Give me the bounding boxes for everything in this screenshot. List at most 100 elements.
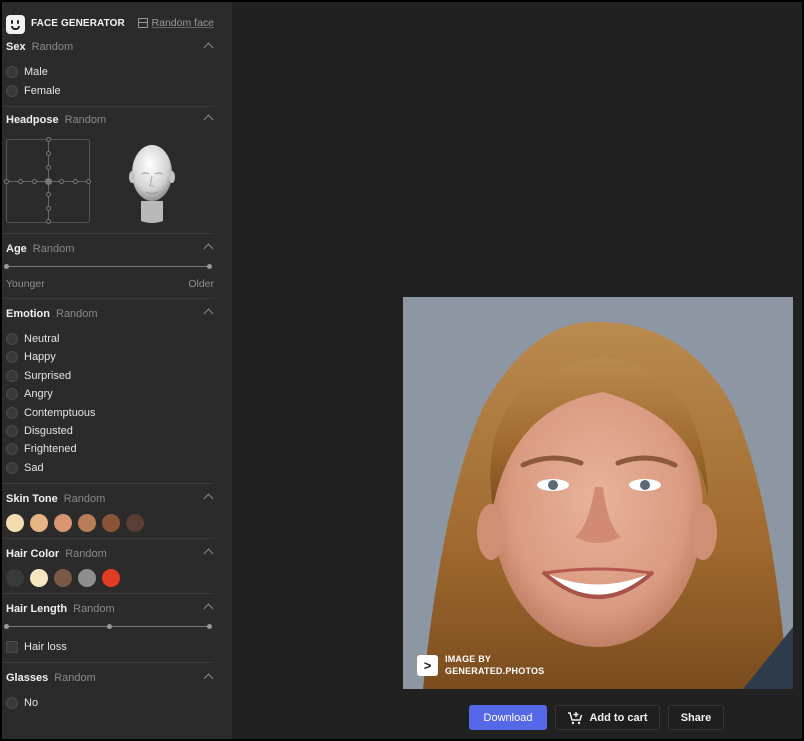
headpose-control bbox=[2, 131, 214, 224]
skin-tone-swatches bbox=[2, 510, 214, 538]
skin-tone-swatch-1[interactable] bbox=[30, 513, 48, 532]
chevron-up-icon[interactable] bbox=[203, 243, 214, 254]
section-title: Sex bbox=[6, 41, 26, 53]
chevron-up-icon[interactable] bbox=[203, 42, 214, 52]
radio-emotion[interactable]: Contemptuous bbox=[2, 403, 214, 421]
section-emotion-header[interactable]: Emotion Random bbox=[2, 303, 214, 325]
radio-emotion[interactable]: Frightened bbox=[2, 440, 214, 458]
radio-emotion[interactable]: Happy bbox=[2, 348, 214, 366]
hair-color-swatches bbox=[2, 565, 214, 593]
section-random-label: Random bbox=[64, 113, 107, 126]
radio-circle[interactable] bbox=[6, 388, 18, 401]
cube-icon bbox=[137, 18, 148, 28]
section-age-header[interactable]: Age Random bbox=[2, 238, 214, 260]
section-sex: Sex Random Male Female bbox=[2, 36, 214, 107]
section-hair-color: Hair Color Random bbox=[2, 539, 214, 594]
section-hair-length-header[interactable]: Hair Length Random bbox=[2, 598, 214, 620]
radio-circle[interactable] bbox=[6, 406, 18, 419]
checkbox-label: Hair loss bbox=[24, 641, 67, 654]
radio-label: Sad bbox=[24, 461, 44, 474]
radio-circle[interactable] bbox=[6, 443, 18, 456]
section-random-label: Random bbox=[31, 41, 74, 53]
hair-color-swatch-2[interactable] bbox=[54, 568, 72, 587]
section-random-label: Random bbox=[63, 492, 106, 505]
watermark-line-2: GENERATED.PHOTOS bbox=[445, 666, 545, 676]
slider-handle-min[interactable] bbox=[4, 623, 9, 629]
radio-circle[interactable] bbox=[6, 424, 18, 437]
radio-circle[interactable] bbox=[6, 332, 18, 345]
radio-circle[interactable] bbox=[6, 369, 18, 382]
face-portrait bbox=[403, 297, 793, 689]
radio-emotion[interactable]: Neutral bbox=[2, 330, 214, 348]
skin-tone-swatch-5[interactable] bbox=[126, 513, 144, 532]
slider-handle-mid[interactable] bbox=[107, 623, 112, 629]
chevron-up-icon[interactable] bbox=[203, 308, 214, 319]
chevron-up-icon[interactable] bbox=[203, 548, 214, 559]
section-glasses-header[interactable]: Glasses Random bbox=[2, 667, 214, 689]
brand-title: FACE GENERATOR bbox=[31, 18, 125, 29]
radio-label: Neutral bbox=[24, 332, 60, 345]
sidebar: FACE GENERATOR Random face Sex Random Ma… bbox=[2, 2, 232, 739]
download-button[interactable]: Download bbox=[469, 705, 547, 730]
section-random-label: Random bbox=[54, 672, 96, 685]
radio-emotion[interactable]: Surprised bbox=[2, 367, 214, 385]
add-to-cart-button[interactable]: Add to cart bbox=[555, 705, 660, 730]
radio-emotion[interactable]: Sad bbox=[2, 459, 214, 477]
radio-label: Happy bbox=[24, 351, 56, 364]
skin-tone-swatch-0[interactable] bbox=[6, 513, 24, 532]
section-headpose: Headpose Random bbox=[2, 107, 214, 234]
section-skin-tone-header[interactable]: Skin Tone Random bbox=[2, 488, 214, 510]
cart-plus-icon bbox=[568, 711, 583, 724]
radio-female[interactable]: Female bbox=[2, 81, 214, 99]
hair-loss-checkbox[interactable]: Hair loss bbox=[2, 638, 214, 656]
radio-label: Female bbox=[24, 84, 61, 97]
headpose-pad[interactable] bbox=[4, 136, 91, 224]
hair-length-slider[interactable] bbox=[4, 620, 212, 634]
age-max-label: Older bbox=[188, 277, 214, 290]
radio-circle[interactable] bbox=[6, 66, 18, 79]
slider-handle-min[interactable] bbox=[4, 263, 9, 269]
radio-circle[interactable] bbox=[6, 461, 18, 474]
radio-label: Angry bbox=[24, 388, 53, 401]
app-frame: FACE GENERATOR Random face Sex Random Ma… bbox=[0, 0, 804, 741]
skin-tone-swatch-3[interactable] bbox=[78, 513, 96, 532]
generated-photos-logo-icon: > bbox=[417, 654, 438, 676]
age-slider[interactable] bbox=[4, 260, 212, 274]
slider-handle-max[interactable] bbox=[207, 623, 212, 629]
logo-icon[interactable] bbox=[6, 15, 25, 34]
section-title: Hair Color bbox=[6, 547, 60, 560]
age-slider-labels: Younger Older bbox=[2, 274, 214, 290]
add-to-cart-label: Add to cart bbox=[589, 711, 648, 724]
hair-color-swatch-4[interactable] bbox=[102, 568, 120, 587]
section-sex-header[interactable]: Sex Random bbox=[2, 36, 214, 58]
skin-tone-swatch-2[interactable] bbox=[54, 513, 72, 532]
hair-color-swatch-3[interactable] bbox=[78, 568, 96, 587]
radio-circle[interactable] bbox=[6, 84, 18, 97]
radio-emotion[interactable]: Disgusted bbox=[2, 422, 214, 440]
section-age: Age Random Younger Older bbox=[2, 234, 214, 299]
random-face-button[interactable]: Random face bbox=[137, 17, 214, 29]
chevron-up-icon[interactable] bbox=[203, 673, 214, 684]
chevron-up-icon[interactable] bbox=[203, 603, 214, 614]
skin-tone-swatch-4[interactable] bbox=[102, 513, 120, 532]
watermark: > IMAGE BY GENERATED.PHOTOS bbox=[417, 653, 544, 677]
chevron-up-icon[interactable] bbox=[203, 493, 214, 504]
section-headpose-header[interactable]: Headpose Random bbox=[2, 109, 214, 131]
section-title: Age bbox=[6, 242, 27, 255]
section-title: Glasses bbox=[6, 672, 49, 685]
checkbox-box[interactable] bbox=[6, 641, 18, 654]
radio-male[interactable]: Male bbox=[2, 63, 214, 81]
radio-emotion[interactable]: Angry bbox=[2, 385, 214, 403]
section-hair-color-header[interactable]: Hair Color Random bbox=[2, 543, 214, 565]
radio-circle[interactable] bbox=[6, 351, 18, 364]
radio-glasses-no[interactable]: No bbox=[2, 694, 214, 712]
share-button[interactable]: Share bbox=[668, 705, 724, 730]
hair-color-swatch-0[interactable] bbox=[6, 568, 24, 587]
chevron-up-icon[interactable] bbox=[203, 114, 214, 125]
age-min-label: Younger bbox=[6, 277, 45, 290]
image-actions: Download Add to cart Share bbox=[469, 705, 724, 730]
radio-circle[interactable] bbox=[6, 697, 18, 710]
hair-color-swatch-1[interactable] bbox=[30, 568, 48, 587]
slider-handle-max[interactable] bbox=[207, 263, 212, 269]
radio-label: Frightened bbox=[24, 443, 77, 456]
